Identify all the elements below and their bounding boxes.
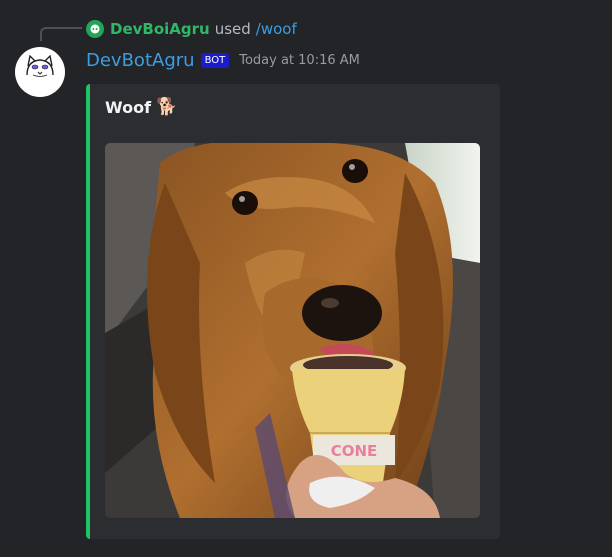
embed-title-text: Woof xyxy=(105,98,152,117)
bot-badge: BOT xyxy=(200,52,230,68)
command-reference[interactable]: DevBoiAgru used /woof xyxy=(86,18,297,40)
dog-ice-cream-photo: CONE xyxy=(105,143,480,518)
command-user-avatar[interactable] xyxy=(86,20,104,38)
embed-image[interactable]: CONE xyxy=(105,143,480,518)
dog-emoji-icon: 🐕 xyxy=(156,97,178,117)
reply-connector xyxy=(40,27,82,41)
command-name-link[interactable]: /woof xyxy=(256,20,297,38)
cat-sketch-icon xyxy=(26,54,54,77)
message-embed: Woof 🐕 CONE xyxy=(86,84,500,539)
message-timestamp[interactable]: Today at 10:16 AM xyxy=(239,53,360,68)
command-used-label: used xyxy=(214,20,251,38)
embed-title: Woof 🐕 xyxy=(105,98,177,117)
bot-avatar[interactable] xyxy=(15,47,65,97)
message-header: DevBotAgru BOT Today at 10:16 AM xyxy=(86,48,360,72)
cone-label: CONE xyxy=(331,442,378,460)
bot-username[interactable]: DevBotAgru xyxy=(86,50,195,71)
chat-message: DevBoiAgru used /woof DevBotAgru BOT Tod… xyxy=(0,0,612,557)
discord-logo-icon xyxy=(90,24,100,34)
command-user-name[interactable]: DevBoiAgru xyxy=(110,20,210,38)
